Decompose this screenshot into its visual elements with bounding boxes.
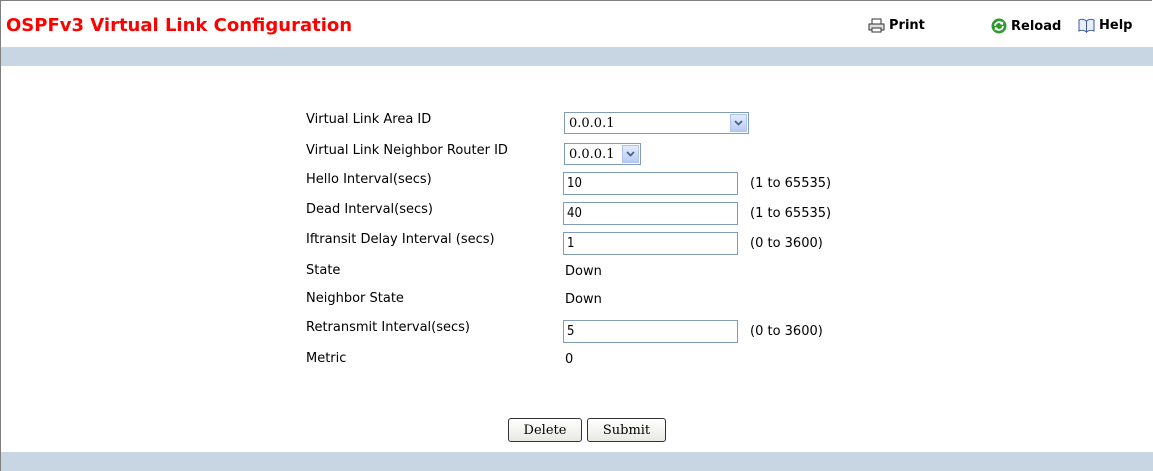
dead-interval-label: Dead Interval(secs) [306,202,433,217]
metric-value: 0 [565,352,574,367]
state-label: State [306,263,341,278]
retransmit-interval-input[interactable]: 5 [563,320,738,343]
submit-button[interactable]: Submit [587,418,666,442]
delete-button[interactable]: Delete [508,418,582,442]
area-id-select[interactable]: 0.0.0.1 [564,112,749,134]
dead-interval-range: (1 to 65535) [750,206,832,221]
row-state: State Down [0,262,1153,284]
iftransit-delay-range: (0 to 3600) [750,236,823,251]
footer-band [1,452,1153,471]
print-button[interactable]: Print [868,18,925,33]
hello-interval-input[interactable]: 10 [563,172,738,195]
help-button[interactable]: Help [1078,18,1132,33]
neighbor-router-id-value: 0.0.0.1 [569,147,615,162]
reload-button[interactable]: Reload [991,18,1061,34]
hello-interval-label: Hello Interval(secs) [306,172,432,187]
help-label: Help [1099,18,1133,33]
area-id-label: Virtual Link Area ID [306,112,432,127]
neighbor-state-value: Down [565,292,602,307]
neighbor-state-label: Neighbor State [306,291,404,306]
metric-label: Metric [306,351,347,366]
row-metric: Metric 0 [0,350,1153,372]
reload-label: Reload [1011,18,1062,34]
chevron-down-icon [730,114,747,132]
retransmit-interval-range: (0 to 3600) [750,324,823,339]
dead-interval-input[interactable]: 40 [563,202,738,225]
book-icon [1078,18,1095,33]
print-label: Print [889,18,925,33]
state-value: Down [565,264,602,279]
row-neighbor-state: Neighbor State Down [0,290,1153,312]
neighbor-router-id-label: Virtual Link Neighbor Router ID [306,143,508,158]
neighbor-router-id-select[interactable]: 0.0.0.1 [564,143,641,165]
reload-icon [991,18,1007,34]
area-id-value: 0.0.0.1 [569,116,615,131]
iftransit-delay-label: Iftransit Delay Interval (secs) [306,232,495,247]
hello-interval-range: (1 to 65535) [750,176,832,191]
chevron-down-icon [622,145,639,163]
toolbar: Print Reload Help [0,18,1153,40]
retransmit-interval-label: Retransmit Interval(secs) [306,320,470,335]
header-band [1,47,1153,66]
printer-icon [868,18,885,33]
iftransit-delay-input[interactable]: 1 [563,232,738,255]
